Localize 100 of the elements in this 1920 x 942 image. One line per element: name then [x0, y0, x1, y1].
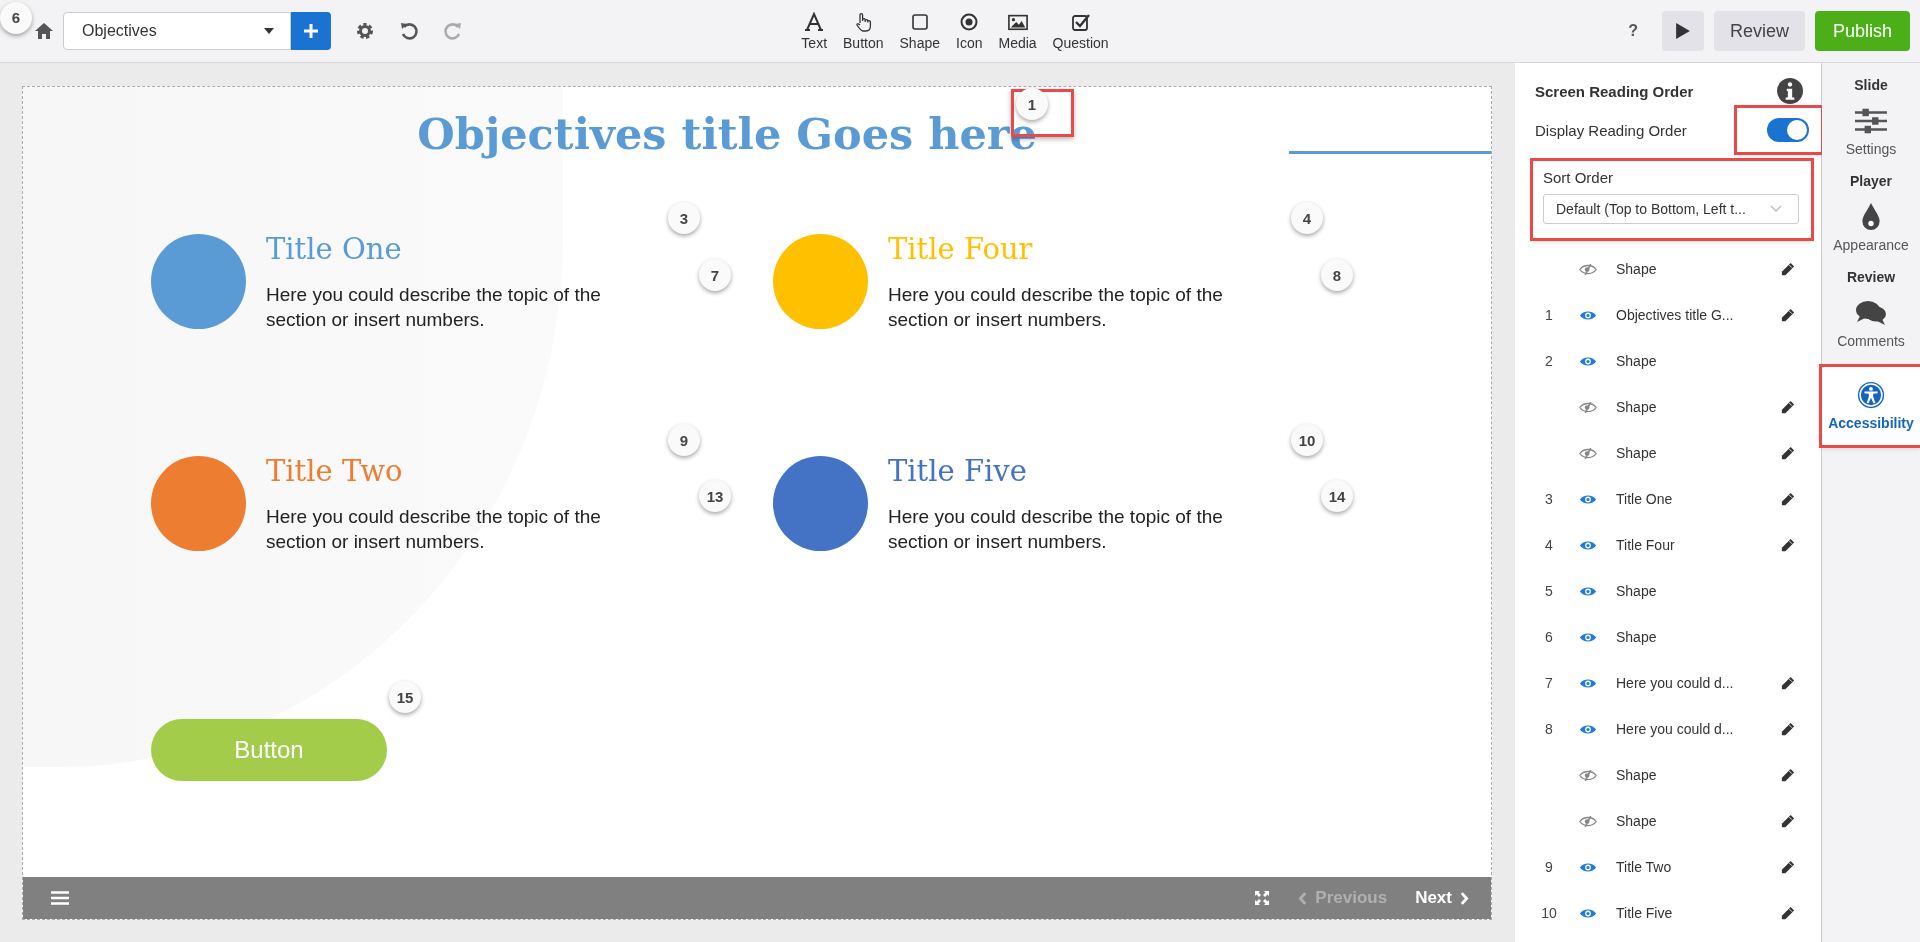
order-number: 10 [1540, 905, 1558, 921]
chevron-right-icon [1460, 891, 1469, 905]
reading-order-badge: 13 [699, 480, 731, 512]
pencil-icon[interactable] [1781, 676, 1795, 690]
reading-order-badge: 1 [1016, 88, 1048, 120]
eye-slash-icon[interactable] [1579, 401, 1597, 413]
pencil-icon[interactable] [1781, 814, 1795, 828]
toggle-label: Display Reading Order [1535, 121, 1687, 139]
pencil-icon[interactable] [1781, 400, 1795, 414]
eye-slash-icon[interactable] [1579, 769, 1597, 781]
settings-tab[interactable]: Settings [1822, 103, 1920, 171]
target-icon [959, 11, 980, 32]
panel-title: Screen Reading Order [1535, 82, 1694, 100]
menu-icon[interactable] [51, 891, 69, 905]
pencil-icon[interactable] [1781, 492, 1795, 506]
reading-order-badge: 14 [1321, 480, 1353, 512]
element-name[interactable]: Title Five [1616, 905, 1781, 921]
order-number: 3 [1544, 491, 1554, 507]
pencil-icon[interactable] [1781, 860, 1795, 874]
element-name[interactable]: Shape [1616, 583, 1821, 599]
accessibility-icon [1855, 381, 1887, 409]
eye-icon[interactable] [1579, 723, 1597, 735]
speech-bubbles-icon [1855, 299, 1887, 327]
eye-slash-icon[interactable] [1579, 815, 1597, 827]
square-icon [909, 11, 930, 32]
page-dropdown[interactable]: Objectives [63, 12, 291, 50]
button-tool-button[interactable]: Button [837, 11, 890, 51]
play-icon [1675, 23, 1690, 39]
pencil-icon[interactable] [1781, 262, 1795, 276]
element-name[interactable]: Shape [1616, 813, 1781, 829]
help-button[interactable]: ? [1622, 21, 1644, 41]
info-icon[interactable] [1777, 78, 1803, 104]
eye-icon[interactable] [1579, 631, 1597, 643]
eye-icon[interactable] [1579, 677, 1597, 689]
item-title[interactable]: Title Five [888, 452, 1278, 490]
eye-slash-icon[interactable] [1579, 447, 1597, 459]
preview-button[interactable] [1661, 11, 1704, 51]
element-name[interactable]: Shape [1616, 445, 1781, 461]
media-tool-button[interactable]: Media [992, 11, 1043, 51]
reading-order-badge: 6 [0, 1, 32, 34]
item-description[interactable]: Here you could describe the topic of the section or insert numbers. [266, 282, 656, 332]
text-tool-button[interactable]: Text [795, 11, 834, 51]
element-name[interactable]: Here you could d... [1616, 721, 1781, 737]
question-tool-button[interactable]: Question [1046, 11, 1115, 51]
order-number: 5 [1544, 583, 1554, 599]
reading-order-badge: 3 [668, 202, 700, 234]
icon-tool-button[interactable]: Icon [950, 11, 989, 51]
eye-icon[interactable] [1579, 861, 1597, 873]
comments-tab[interactable]: Comments [1822, 295, 1920, 363]
sort-order-label: Sort Order [1543, 169, 1615, 186]
element-name[interactable]: Shape [1616, 353, 1821, 369]
pencil-icon[interactable] [1781, 446, 1795, 460]
reading-order-badge: 8 [1321, 259, 1353, 291]
pencil-icon[interactable] [1781, 538, 1795, 552]
pencil-icon[interactable] [1781, 906, 1795, 920]
add-page-button[interactable] [291, 12, 331, 50]
display-order-toggle[interactable] [1767, 118, 1809, 142]
order-number: 7 [1544, 675, 1554, 691]
element-name[interactable]: Shape [1616, 629, 1821, 645]
nav-section-header: Review [1845, 268, 1897, 287]
order-number: 2 [1544, 353, 1554, 369]
appearance-tab[interactable]: Appearance [1822, 199, 1920, 267]
element-name[interactable]: Shape [1616, 399, 1781, 415]
element-name[interactable]: Shape [1616, 767, 1781, 783]
eye-icon[interactable] [1579, 309, 1597, 321]
item-description[interactable]: Here you could describe the topic of the section or insert numbers. [266, 504, 656, 554]
review-button[interactable]: Review [1713, 11, 1805, 51]
order-number: 4 [1544, 537, 1554, 553]
eye-icon[interactable] [1579, 907, 1597, 919]
fullscreen-icon[interactable] [1254, 890, 1271, 906]
undo-icon[interactable] [399, 21, 419, 41]
pencil-icon[interactable] [1781, 722, 1795, 736]
eye-slash-icon[interactable] [1579, 263, 1597, 275]
order-number: 6 [1544, 629, 1554, 645]
pointer-hand-icon [853, 11, 874, 32]
item-description[interactable]: Here you could describe the topic of the section or insert numbers. [888, 282, 1278, 332]
eye-icon[interactable] [1579, 493, 1597, 505]
element-name[interactable]: Title One [1616, 491, 1781, 507]
nav-section-header: Slide [1853, 76, 1889, 95]
accessibility-tab[interactable]: Accessibility [1822, 367, 1920, 445]
eye-icon[interactable] [1579, 355, 1597, 367]
pencil-icon[interactable] [1781, 768, 1795, 782]
plus-icon [303, 23, 319, 39]
home-icon[interactable] [33, 22, 54, 40]
text-icon [804, 11, 825, 32]
element-name[interactable]: Objectives title G... [1616, 307, 1781, 323]
next-button[interactable]: Next [1415, 888, 1469, 908]
element-name[interactable]: Here you could d... [1616, 675, 1781, 691]
reading-order-badge: 9 [668, 424, 700, 456]
element-name[interactable]: Shape [1616, 261, 1781, 277]
eye-icon[interactable] [1579, 539, 1597, 551]
order-number: 1 [1544, 307, 1554, 323]
element-name[interactable]: Title Two [1616, 859, 1781, 875]
pencil-icon[interactable] [1781, 308, 1795, 322]
item-description[interactable]: Here you could describe the topic of the section or insert numbers. [888, 504, 1278, 554]
sort-order-dropdown[interactable]: Default (Top to Bottom, Left t... [1543, 194, 1799, 224]
eye-icon[interactable] [1579, 585, 1597, 597]
element-name[interactable]: Title Four [1616, 537, 1781, 553]
settings-icon[interactable] [355, 21, 375, 41]
shape-tool-button[interactable]: Shape [893, 11, 946, 51]
